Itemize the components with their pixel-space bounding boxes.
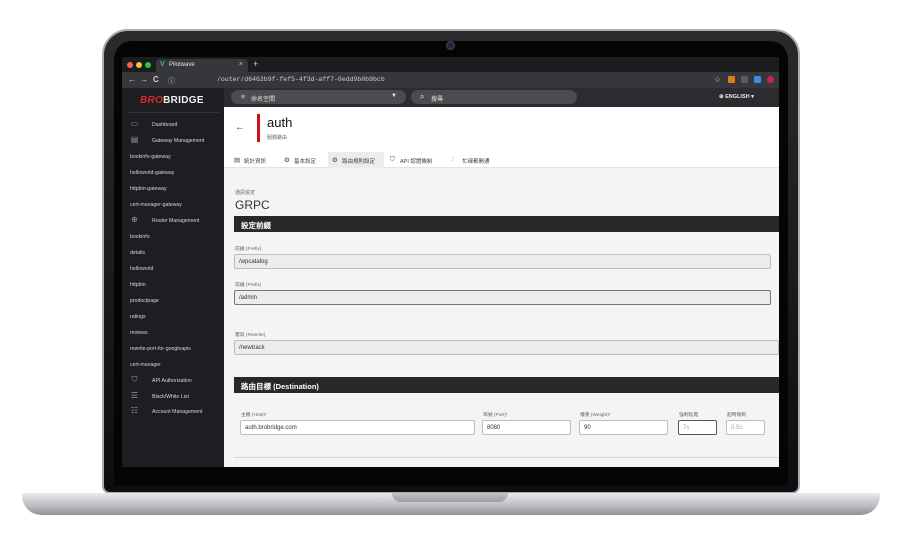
- minimize-window-button[interactable]: [136, 62, 142, 68]
- back-arrow-icon[interactable]: ←: [235, 122, 245, 133]
- port-input[interactable]: 8080: [482, 420, 571, 435]
- protocol-value: GRPC: [235, 198, 270, 212]
- prefix-field[interactable]: /wpcatalog: [234, 254, 771, 269]
- brobridge-logo: BROBRIDGE: [140, 95, 204, 106]
- rewrite-field[interactable]: /newtrack: [234, 340, 779, 355]
- divider: [234, 457, 779, 458]
- sidebar-item-productpage[interactable]: productpage: [122, 294, 224, 308]
- browser-tab-strip: V Pilotwave × +: [122, 57, 779, 72]
- sidebar-item-httpbin-gateway[interactable]: httpbin-gateway: [122, 182, 224, 196]
- bookmark-star-icon[interactable]: ☆: [714, 75, 721, 84]
- app-header: ⚛ 命名空間 ▼ ⌕ 搜尋 ⊕ ENGLISH ▾: [224, 88, 779, 107]
- prefix-section-header: 設定前綴: [234, 216, 779, 232]
- sidebar-item-api-authorization[interactable]: ⛉ API Authorization: [122, 374, 224, 388]
- gateway-icon: ▤: [130, 135, 139, 144]
- sidebar-item-black-white-list[interactable]: ☰ Black/White List: [122, 390, 224, 404]
- page-header: ← auth 服務路由: [224, 107, 779, 152]
- forward-arrow-icon[interactable]: →: [140, 75, 148, 84]
- reload-icon[interactable]: C: [153, 75, 159, 84]
- close-window-button[interactable]: [127, 62, 133, 68]
- app-sidebar: BROBRIDGE ▭ Dashboard ▤ Gateway Manageme…: [122, 88, 224, 467]
- tab-api-auth[interactable]: ⛉ API 認證機制: [390, 152, 444, 168]
- delay-label: 強制延遲: [679, 413, 699, 418]
- route-settings-icon: ⚙: [332, 157, 338, 164]
- shield-icon: ⛉: [131, 375, 138, 384]
- camera-icon: [446, 41, 455, 50]
- sidebar-item-reviews[interactable]: reviews: [122, 326, 224, 340]
- profile-avatar[interactable]: [767, 76, 774, 83]
- host-input[interactable]: auth.brobridge.com: [240, 420, 475, 435]
- main-content: ← auth 服務路由 ▤ 統計資訊 ⚙ 基本設定 ⚙ 路由規則設定 ⛉ API…: [224, 107, 779, 467]
- weight-label: 權重 (Weight)*: [580, 413, 611, 418]
- laptop-mockup: V Pilotwave × + ← → C ⓘ /outer/d6462b9f-…: [0, 0, 900, 557]
- sidebar-item-gateway-management[interactable]: ▤ Gateway Management: [122, 134, 224, 148]
- page-title: auth: [267, 115, 293, 130]
- port-label: 埠號 (Port)*: [483, 413, 508, 418]
- extension-icon[interactable]: [741, 76, 748, 83]
- destination-section-header: 路由目標 (Destination): [234, 377, 779, 393]
- site-info-icon[interactable]: ⓘ: [168, 76, 175, 86]
- dashboard-icon: ▭: [130, 119, 139, 128]
- sidebar-item-account-management[interactable]: ☷ Account Management: [122, 405, 224, 419]
- sliders-icon: ⫶: [452, 156, 454, 163]
- caret-down-icon: ▼: [391, 93, 397, 99]
- sidebar-item-cert-manager-gateway[interactable]: cert-manager-gateway: [122, 198, 224, 212]
- sidebar-item-router-management[interactable]: ⊕ Router Management: [122, 214, 224, 228]
- sidebar-item-ratings[interactable]: ratings: [122, 310, 224, 324]
- weight-input[interactable]: 90: [579, 420, 668, 435]
- protocol-label: 通訊協定: [235, 190, 256, 196]
- timeout-label: 超時限制: [727, 413, 747, 418]
- sidebar-item-details[interactable]: details: [122, 246, 224, 260]
- namespace-select[interactable]: ⚛ 命名空間 ▼: [231, 90, 406, 104]
- sidebar-item-helloworld[interactable]: helloworld: [122, 262, 224, 276]
- divider: [127, 112, 219, 113]
- address-bar[interactable]: /outer/d6462b9f-fef5-4f3d-aff7-0edd9b0b9…: [217, 76, 385, 83]
- search-icon: ⌕: [420, 92, 425, 101]
- close-tab-icon[interactable]: ×: [239, 61, 243, 68]
- tab-route-rules[interactable]: ⚙ 路由規則設定: [328, 152, 384, 168]
- page-subtitle: 服務路由: [267, 135, 288, 141]
- new-tab-icon[interactable]: +: [253, 59, 258, 69]
- sidebar-item-dashboard[interactable]: ▭ Dashboard: [122, 118, 224, 132]
- namespace-icon: ⚛: [240, 94, 247, 101]
- shield-check-icon: ⛉: [390, 156, 395, 163]
- prefix-label: 前綴 (Prefix): [235, 283, 262, 288]
- timeout-input[interactable]: 0.5s: [726, 420, 765, 435]
- extension-icon[interactable]: [728, 76, 735, 83]
- screen: V Pilotwave × + ← → C ⓘ /outer/d6462b9f-…: [122, 57, 779, 467]
- gear-icon: ⚙: [284, 157, 290, 164]
- browser-tab-title: Pilotwave: [169, 62, 195, 68]
- browser-tab[interactable]: V Pilotwave ×: [156, 59, 248, 72]
- rewrite-label: 覆寫 (Rewrite): [235, 333, 266, 338]
- tab-basic-settings[interactable]: ⚙ 基本設定: [284, 152, 326, 168]
- search-input[interactable]: ⌕ 搜尋: [411, 90, 577, 104]
- sidebar-item-bookinfo[interactable]: bookinfo: [122, 230, 224, 244]
- sidebar-item-cert-manager[interactable]: cert-manager: [122, 358, 224, 372]
- prefix-field[interactable]: /admin: [234, 290, 771, 305]
- account-icon: ☷: [130, 406, 139, 415]
- title-accent-bar: [257, 114, 260, 142]
- content-tabs: ▤ 統計資訊 ⚙ 基本設定 ⚙ 路由規則設定 ⛉ API 認證機制 ⫶ 忙碌都開…: [224, 152, 779, 168]
- tab-statistics[interactable]: ▤ 統計資訊: [234, 152, 276, 168]
- maximize-window-button[interactable]: [145, 62, 151, 68]
- laptop-notch: [392, 493, 508, 502]
- sidebar-item-httpbin[interactable]: httpbin: [122, 278, 224, 292]
- stats-icon: ▤: [234, 157, 241, 164]
- extension-icon[interactable]: [754, 76, 761, 83]
- delay-input[interactable]: 7s: [678, 420, 717, 435]
- router-icon: ⊕: [131, 215, 138, 224]
- sidebar-item-helloworld-gateway[interactable]: helloworld-gateway: [122, 166, 224, 180]
- tab-circuit-breaker[interactable]: ⫶ 忙碌都開通: [452, 152, 502, 168]
- host-label: 主機 (Host)*: [241, 413, 267, 418]
- prefix-label: 前綴 (Prefix): [235, 247, 262, 252]
- language-selector[interactable]: ⊕ ENGLISH ▾: [719, 94, 754, 100]
- browser-toolbar: ← → C ⓘ /outer/d6462b9f-fef5-4f3d-aff7-0…: [122, 72, 779, 88]
- list-icon: ☰: [130, 391, 139, 400]
- vue-logo-icon: V: [160, 61, 165, 68]
- back-arrow-icon[interactable]: ←: [128, 75, 136, 84]
- sidebar-item-rewrite-port-for-googleapis[interactable]: rewrite-port-for-googleapis: [122, 342, 224, 356]
- sidebar-item-bookinfo-gateway[interactable]: bookinfo-gateway: [122, 150, 224, 164]
